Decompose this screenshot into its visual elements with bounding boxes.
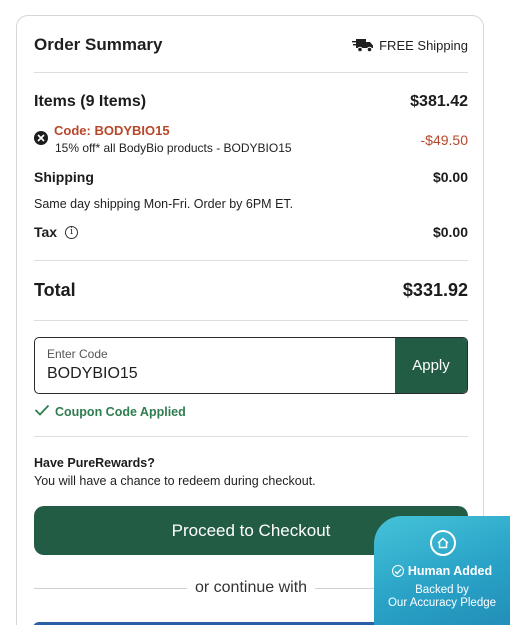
order-summary-header: Order Summary FREE Shipping — [34, 35, 468, 57]
order-summary-title: Order Summary — [34, 35, 163, 54]
info-icon[interactable]: i — [65, 225, 79, 239]
total-amount: $331.92 — [402, 280, 468, 300]
shipping-note-row: Same day shipping Mon-Fri. Order by 6PM … — [34, 197, 468, 213]
truck-icon — [352, 37, 374, 53]
shipping-amount: $0.00 — [432, 169, 468, 185]
coupon-applied-message: Coupon Code Applied — [34, 404, 186, 419]
human-added-title-row: Human Added — [374, 564, 510, 578]
rewards-title: Have PureRewards? — [34, 456, 155, 470]
rewards-text-row: You will have a chance to redeem during … — [34, 474, 468, 490]
or-continue-with-label: or continue with — [186, 579, 316, 596]
promo-code-label: Enter Code — [47, 347, 108, 361]
total-row: Total $331.92 — [34, 280, 468, 302]
items-row: Items (9 Items) $381.42 — [34, 93, 468, 113]
apply-button[interactable]: Apply — [395, 338, 467, 393]
human-added-title: Human Added — [407, 564, 493, 578]
items-label: Items (9 Items) — [34, 93, 147, 110]
coupon-description: 15% off* all BodyBio products - BODYBIO1… — [55, 141, 292, 155]
shipping-note: Same day shipping Mon-Fri. Order by 6PM … — [34, 197, 294, 211]
coupon-row: Code: BODYBIO15 15% off* all BodyBio pro… — [34, 123, 468, 157]
items-amount: $381.42 — [410, 93, 468, 110]
tax-label: Tax — [34, 224, 58, 240]
divider — [34, 320, 468, 321]
free-shipping-badge: FREE Shipping — [352, 37, 468, 53]
shipping-label: Shipping — [34, 169, 94, 185]
badge-backed-by: Backed by — [415, 584, 469, 596]
coupon-code-label: Code: BODYBIO15 — [54, 123, 170, 138]
rewards-title-row: Have PureRewards? — [34, 456, 468, 474]
shipping-row: Shipping $0.00 — [34, 169, 468, 187]
divider — [34, 436, 468, 437]
tax-row: Tax i $0.00 — [34, 224, 468, 242]
total-label: Total — [34, 280, 76, 300]
badge-accuracy-pledge: Our Accuracy Pledge — [387, 597, 497, 609]
promo-code-input[interactable] — [47, 362, 387, 386]
home-chat-icon — [430, 530, 456, 556]
remove-coupon-icon[interactable] — [34, 131, 48, 145]
check-icon — [34, 404, 50, 419]
coupon-discount-amount: -$49.50 — [420, 132, 468, 148]
promo-code-field: Enter Code Apply — [34, 337, 468, 394]
free-shipping-label: FREE Shipping — [379, 37, 468, 53]
coupon-applied-text: Coupon Code Applied — [55, 404, 186, 419]
divider — [34, 72, 468, 73]
divider — [34, 260, 468, 261]
tax-label-group: Tax i — [34, 224, 79, 240]
rewards-text: You will have a chance to redeem during … — [34, 474, 316, 488]
human-added-badge[interactable]: Human Added Backed by Our Accuracy Pledg… — [374, 516, 510, 625]
check-circle-icon — [391, 565, 404, 577]
tax-amount: $0.00 — [432, 224, 468, 240]
